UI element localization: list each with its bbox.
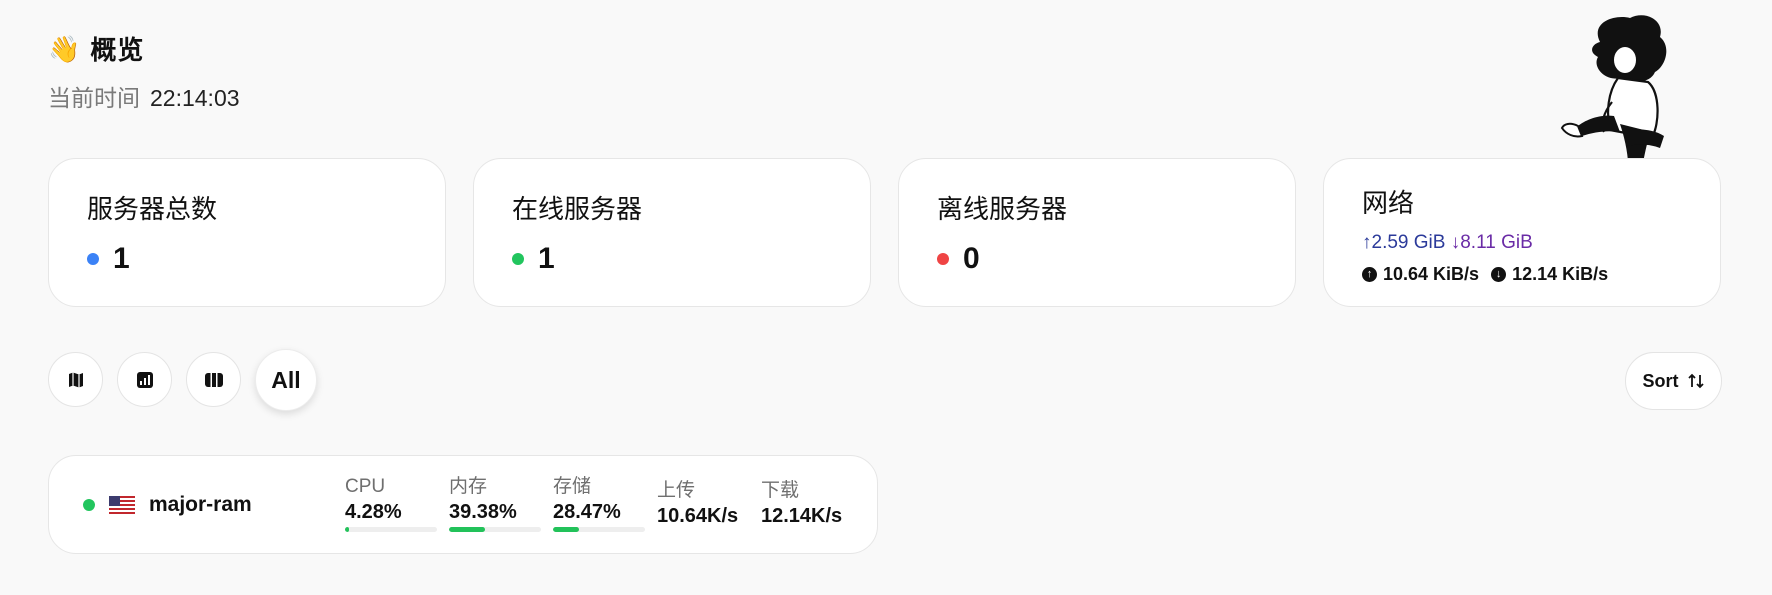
memory-bar-fill <box>449 527 486 533</box>
download-metric: 下载 12.14K/s <box>761 479 865 529</box>
download-label: 下载 <box>761 479 800 501</box>
current-time-value: 22:14:03 <box>150 85 240 111</box>
current-time-label: 当前时间 <box>48 85 140 111</box>
offline-servers-card[interactable]: 离线服务器 0 <box>898 158 1296 307</box>
upload-label: 上传 <box>657 479 696 501</box>
bar-chart-icon <box>136 371 153 388</box>
storage-bar <box>553 527 645 533</box>
columns-icon <box>204 372 223 387</box>
cpu-label: CPU <box>345 475 386 497</box>
online-servers-card[interactable]: 在线服务器 1 <box>473 158 871 307</box>
page-title: 概览 <box>90 35 145 65</box>
online-servers-value: 1 <box>538 242 555 275</box>
upload-speed: 10.64 KiB/s <box>1383 264 1480 284</box>
network-card[interactable]: 网络 ↑2.59 GiB ↓8.11 GiB ↑ 10.64 KiB/s ↓ 1… <box>1323 158 1721 307</box>
memory-bar <box>449 527 541 533</box>
online-servers-value-row: 1 <box>512 242 832 276</box>
cpu-value: 4.28% <box>345 501 402 524</box>
cpu-bar <box>345 527 437 533</box>
download-value: 12.14K/s <box>761 505 843 528</box>
upload-metric: 上传 10.64K/s <box>657 479 761 529</box>
memory-metric: 内存 39.38% <box>449 475 553 533</box>
upload-value: 10.64K/s <box>657 505 739 528</box>
total-servers-value: 1 <box>113 242 130 275</box>
offline-servers-value: 0 <box>963 242 980 275</box>
sort-button[interactable]: Sort <box>1625 352 1722 410</box>
network-speeds: ↑ 10.64 KiB/s ↓ 12.14 KiB/s <box>1362 264 1682 285</box>
offline-servers-label: 离线服务器 <box>937 194 1068 224</box>
total-servers-label: 服务器总数 <box>87 194 218 224</box>
total-status-dot <box>87 253 99 265</box>
total-servers-card[interactable]: 服务器总数 1 <box>48 158 446 307</box>
current-time-row: 当前时间 22:14:03 <box>48 79 240 113</box>
offline-servers-value-row: 0 <box>937 242 1257 276</box>
stat-cards: 服务器总数 1 在线服务器 1 离线服务器 0 网络 ↑2.59 GiB ↓8.… <box>48 158 1721 307</box>
map-icon <box>68 372 83 387</box>
overview-header: 👋 概览 当前时间 22:14:03 <box>48 30 240 113</box>
upload-total: ↑2.59 GiB <box>1362 232 1446 253</box>
storage-bar-fill <box>553 527 580 533</box>
title-row: 👋 概览 <box>48 30 240 67</box>
dashboard-page: 👋 概览 当前时间 22:14:03 服务器总数 1 在线服务器 1 离线服务器… <box>0 0 1772 595</box>
offline-status-dot <box>937 253 949 265</box>
download-total: ↓8.11 GiB <box>1450 232 1533 253</box>
server-identity: major-ram <box>83 493 345 517</box>
columns-view-button[interactable] <box>186 352 241 407</box>
arrow-down-circle-icon: ↓ <box>1491 267 1507 282</box>
online-status-dot <box>512 253 524 265</box>
view-toolbar: All <box>48 349 317 411</box>
storage-label: 存储 <box>553 475 592 497</box>
arrow-up-circle-icon: ↑ <box>1362 267 1377 282</box>
cpu-metric: CPU 4.28% <box>345 475 449 533</box>
storage-metric: 存储 28.47% <box>553 475 657 533</box>
server-status-dot <box>83 498 95 511</box>
total-servers-value-row: 1 <box>87 242 407 276</box>
server-row-major-ram[interactable]: major-ram CPU 4.28% 内存 39.38% 存储 28.47% … <box>48 455 878 554</box>
download-speed: 12.14 KiB/s <box>1512 264 1609 284</box>
network-label: 网络 <box>1362 188 1415 218</box>
server-name: major-ram <box>149 492 252 516</box>
network-totals: ↑2.59 GiB ↓8.11 GiB <box>1362 232 1682 254</box>
cpu-bar-fill <box>345 527 349 533</box>
memory-value: 39.38% <box>449 501 517 524</box>
wave-emoji-icon: 👋 <box>48 33 81 64</box>
sort-arrows-icon <box>1687 373 1704 389</box>
storage-value: 28.47% <box>553 501 621 524</box>
online-servers-label: 在线服务器 <box>512 194 643 224</box>
map-view-button[interactable] <box>48 352 103 407</box>
us-flag-icon <box>109 495 135 514</box>
memory-label: 内存 <box>449 475 488 497</box>
all-filter-button[interactable]: All <box>255 349 317 411</box>
chart-view-button[interactable] <box>117 352 172 407</box>
sort-label: Sort <box>1642 370 1679 391</box>
